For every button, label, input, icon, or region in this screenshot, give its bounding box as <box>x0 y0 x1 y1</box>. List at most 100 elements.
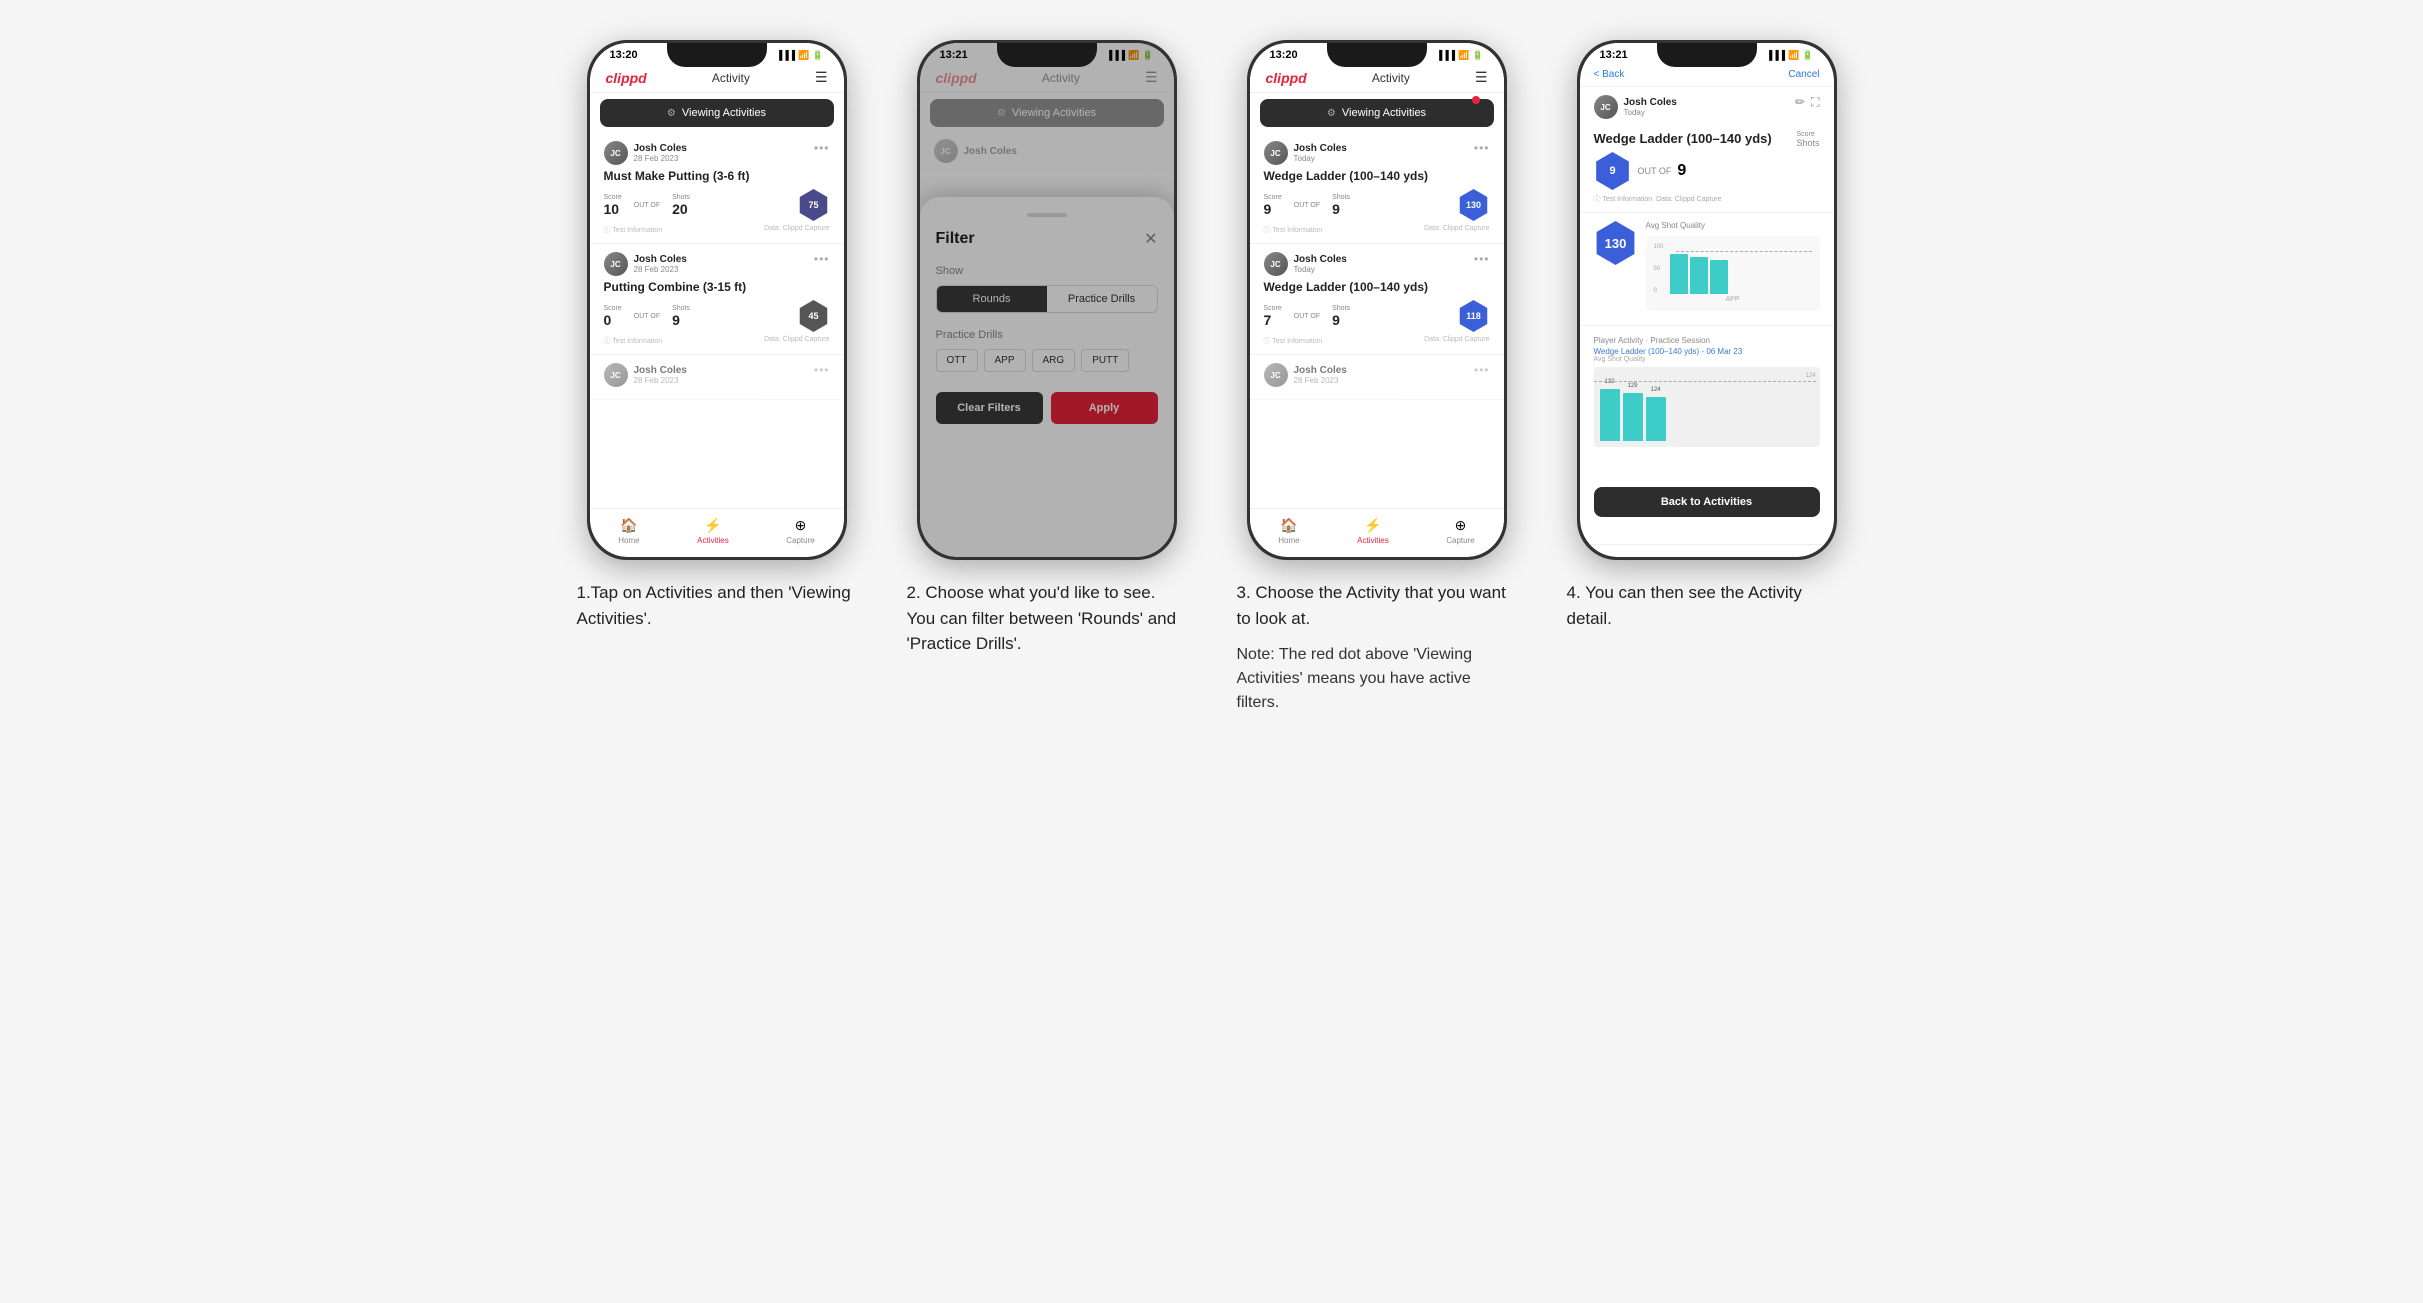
detail-avatar: JC <box>1594 95 1618 119</box>
score-display: 9 OUT OF 9 <box>1594 152 1820 190</box>
phone-1: 13:20 ▐▐▐ 📶 🔋 clippd Activity ☰ <box>587 40 847 560</box>
viewing-activities-bar-3[interactable]: ⚙ Viewing Activities <box>1260 99 1494 127</box>
user-info-1-3: JC Josh Coles 28 Feb 2023 <box>604 363 687 387</box>
phone-frame-4: 13:21 ▐▐▐ 📶 🔋 < Back Cancel <box>1577 40 1837 560</box>
bottom-nav-activities-1[interactable]: ⚡ Activities <box>697 517 729 545</box>
viewing-activities-label-1: Viewing Activities <box>682 107 766 119</box>
more-dots-1-3[interactable]: ••• <box>814 363 830 377</box>
user-date-3-2: Today <box>1294 265 1347 274</box>
dashed-line <box>1676 251 1812 252</box>
activity-card-3-3[interactable]: JC Josh Coles 28 Feb 2023 ••• <box>1250 355 1504 400</box>
bar-chart-2: 132 129 124 124 <box>1594 367 1820 447</box>
detail-drill-section: Wedge Ladder (100–140 yds) Score Shots <box>1580 123 1834 213</box>
viewing-activities-bar-1[interactable]: ⚙ Viewing Activities <box>600 99 834 127</box>
hamburger-icon-1[interactable]: ☰ <box>815 69 828 86</box>
activity-card-1-2[interactable]: JC Josh Coles 28 Feb 2023 ••• <box>590 244 844 355</box>
bottom-nav-3: 🏠 Home ⚡ Activities ⊕ Capture <box>1250 508 1504 557</box>
phone-screen-1: 13:20 ▐▐▐ 📶 🔋 clippd Activity ☰ <box>590 43 844 557</box>
home-icon-3: 🏠 <box>1280 517 1297 534</box>
bottom-nav-capture-3[interactable]: ⊕ Capture <box>1446 517 1474 545</box>
more-dots-1-2[interactable]: ••• <box>814 252 830 266</box>
bottom-nav-activities-3[interactable]: ⚡ Activities <box>1357 517 1389 545</box>
bar-2 <box>1690 257 1708 294</box>
activity-title-3-2: Wedge Ladder (100–140 yds) <box>1264 280 1490 294</box>
avg-score-badge: 9 <box>1594 152 1632 190</box>
step-3-description: 3. Choose the Activity that you want to … <box>1237 580 1517 715</box>
phone-notch-1 <box>667 43 767 67</box>
avg-shot-quality-section: 130 Avg Shot Quality 100 50 0 <box>1580 213 1834 326</box>
more-dots-3-1[interactable]: ••• <box>1474 141 1490 155</box>
phone-notch-4 <box>1657 43 1757 67</box>
practice-session-section: Player Activity · Practice Session Wedge… <box>1580 326 1834 453</box>
hamburger-icon-3[interactable]: ☰ <box>1475 69 1488 86</box>
home-label-1: Home <box>618 536 639 545</box>
status-time-4: 13:21 <box>1600 49 1628 61</box>
nav-title-3: Activity <box>1372 71 1410 85</box>
user-date-1-1: 28 Feb 2023 <box>634 154 687 163</box>
status-icons-4: ▐▐▐ 📶 🔋 <box>1766 50 1814 61</box>
test-info-row: ⓘ Test Information Data: Clippd Capture <box>1594 194 1820 204</box>
avatar-3-2: JC <box>1264 252 1288 276</box>
info-row-1-1: ⓘ Test Information Data: Clippd Capture <box>604 225 830 235</box>
bottom-nav-capture-1[interactable]: ⊕ Capture <box>786 517 814 545</box>
cancel-button[interactable]: Cancel <box>1788 69 1819 80</box>
avg-sq-sublabel: Avg Shot Quality <box>1594 356 1820 363</box>
scroll-area-1: JC Josh Coles 28 Feb 2023 ••• <box>590 133 844 400</box>
drill-detail-title[interactable]: Wedge Ladder (100–140 yds) - 06 Mar 23 <box>1594 347 1820 356</box>
more-dots-1-1[interactable]: ••• <box>814 141 830 155</box>
avatar-1-1: JC <box>604 141 628 165</box>
step-1-container: 13:20 ▐▐▐ 📶 🔋 clippd Activity ☰ <box>567 40 867 631</box>
activity-title-1-1: Must Make Putting (3-6 ft) <box>604 169 830 183</box>
phone-notch-2 <box>997 43 1097 67</box>
activity-card-3-2[interactable]: JC Josh Coles Today ••• <box>1250 244 1504 355</box>
bottom-nav-home-1[interactable]: 🏠 Home <box>618 517 639 545</box>
avg-sq-row: 130 Avg Shot Quality 100 50 0 <box>1594 221 1820 317</box>
detail-icons: ✏ ⛶ <box>1795 95 1819 110</box>
step-4-container: 13:21 ▐▐▐ 📶 🔋 < Back Cancel <box>1557 40 1857 631</box>
activity-title-1-2: Putting Combine (3-15 ft) <box>604 280 830 294</box>
filter-icon-1: ⚙ <box>667 108 676 119</box>
bottom-nav-home-3[interactable]: 🏠 Home <box>1278 517 1299 545</box>
user-date-1-3: 28 Feb 2023 <box>634 376 687 385</box>
activity-card-3-1[interactable]: JC Josh Coles Today ••• <box>1250 133 1504 244</box>
detail-user-info: JC Josh Coles Today <box>1594 95 1677 119</box>
stats-row-1-1: Score 10 OUT OF Shots 20 7 <box>604 189 830 221</box>
back-to-activities-button[interactable]: Back to Activities <box>1594 487 1820 517</box>
bottom-nav-4 <box>1580 544 1834 557</box>
nav-logo-3: clippd <box>1266 70 1307 86</box>
sq-badge-1-2: 45 <box>798 300 830 332</box>
back-button[interactable]: < Back <box>1594 69 1625 80</box>
phone-screen-2: 13:21 ▐▐▐ 📶 🔋 clippd Activity ☰ <box>920 43 1174 557</box>
stats-row-3-2: Score 7 OUT OF Shots 9 118 <box>1264 300 1490 332</box>
red-dot-3 <box>1472 96 1480 104</box>
capture-icon-3: ⊕ <box>1455 517 1467 534</box>
capture-label-3: Capture <box>1446 536 1474 545</box>
edit-icon[interactable]: ✏ <box>1795 95 1805 110</box>
phone-frame-3: 13:20 ▐▐▐ 📶 🔋 clippd Activity ☰ <box>1247 40 1507 560</box>
step-3-note: Note: The red dot above 'Viewing Activit… <box>1237 643 1517 715</box>
practice-session-label: Player Activity · Practice Session <box>1594 336 1820 345</box>
status-time-3: 13:20 <box>1270 49 1298 61</box>
activities-icon-3: ⚡ <box>1364 517 1381 534</box>
scroll-area-3: JC Josh Coles Today ••• <box>1250 133 1504 400</box>
activity-card-1-3[interactable]: JC Josh Coles 28 Feb 2023 ••• <box>590 355 844 400</box>
user-name-3-1: Josh Coles <box>1294 143 1347 154</box>
bar-1 <box>1670 254 1688 294</box>
user-name-1-2: Josh Coles <box>634 254 687 265</box>
filter-icon-3: ⚙ <box>1327 108 1336 119</box>
status-time-1: 13:20 <box>610 49 638 61</box>
sq-badge-3-1: 130 <box>1458 189 1490 221</box>
capture-label-1: Capture <box>786 536 814 545</box>
phone-screen-4: 13:21 ▐▐▐ 📶 🔋 < Back Cancel <box>1580 43 1834 557</box>
sq-badge-3-2: 118 <box>1458 300 1490 332</box>
phone-2: 13:21 ▐▐▐ 📶 🔋 clippd Activity ☰ <box>917 40 1177 560</box>
phone-frame-1: 13:20 ▐▐▐ 📶 🔋 clippd Activity ☰ <box>587 40 847 560</box>
expand-icon[interactable]: ⛶ <box>1811 95 1819 110</box>
status-icons-1: ▐▐▐ 📶 🔋 <box>776 50 824 61</box>
activity-card-1-1[interactable]: JC Josh Coles 28 Feb 2023 ••• <box>590 133 844 244</box>
more-dots-3-2[interactable]: ••• <box>1474 252 1490 266</box>
activities-label-3: Activities <box>1357 536 1389 545</box>
bar2-2: 129 <box>1623 393 1643 441</box>
home-label-3: Home <box>1278 536 1299 545</box>
step-2-container: 13:21 ▐▐▐ 📶 🔋 clippd Activity ☰ <box>897 40 1197 657</box>
